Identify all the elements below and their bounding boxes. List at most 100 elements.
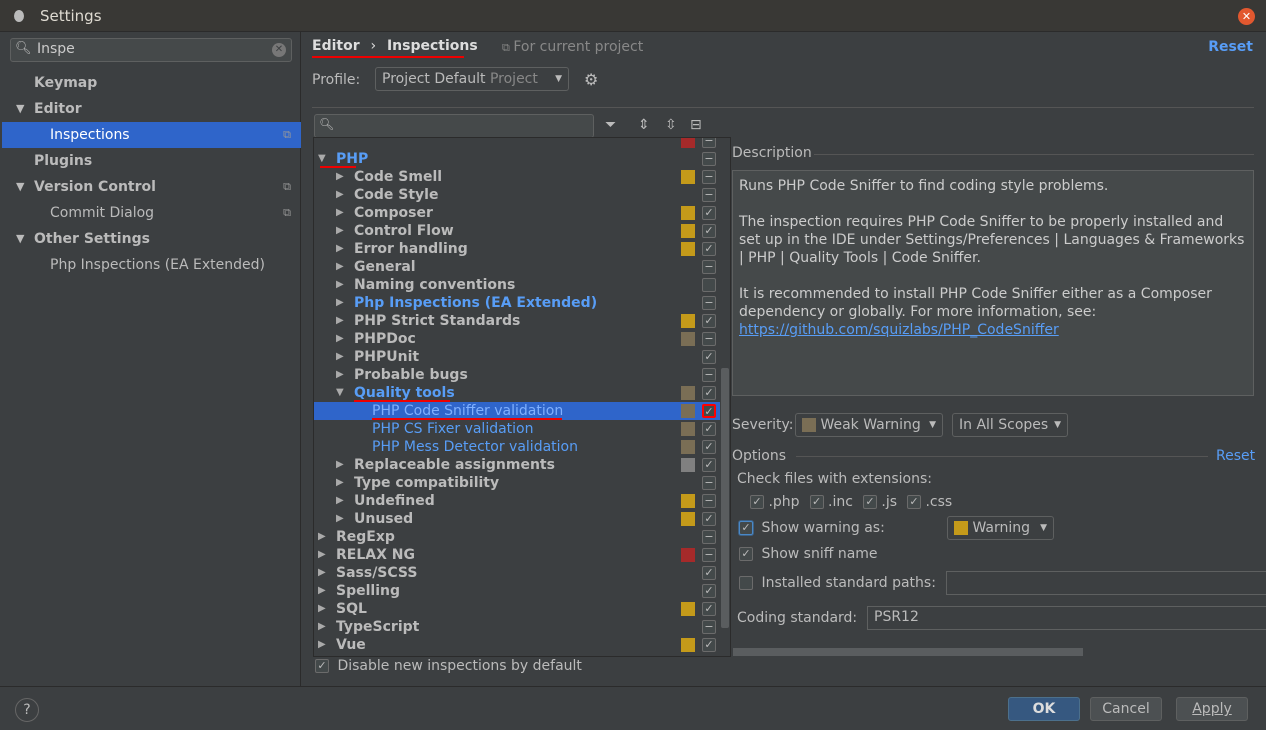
enable-checkbox[interactable]: − bbox=[702, 152, 716, 166]
tree-row[interactable]: ▶ Sass/SCSS ✓ bbox=[314, 564, 720, 582]
extension-checkbox[interactable]: ✓ bbox=[862, 495, 877, 509]
tree-row[interactable]: ▶ Error handling ✓ bbox=[314, 240, 720, 258]
enable-checkbox[interactable]: ✓ bbox=[702, 440, 716, 454]
disable-new-checkbox[interactable]: ✓ bbox=[315, 659, 329, 673]
extension-checkbox-row[interactable]: ✓ .inc bbox=[809, 494, 853, 510]
collapsed-arrow-icon[interactable]: ▶ bbox=[336, 474, 344, 492]
collapsed-arrow-icon[interactable]: ▶ bbox=[318, 546, 326, 564]
enable-checkbox[interactable]: ✓ bbox=[702, 602, 716, 616]
reset-link[interactable]: Reset bbox=[1208, 39, 1253, 55]
enable-checkbox[interactable] bbox=[702, 278, 716, 292]
expanded-arrow-icon[interactable]: ▼ bbox=[336, 384, 344, 402]
enable-checkbox[interactable]: − bbox=[702, 368, 716, 382]
enable-checkbox[interactable]: ✓ bbox=[702, 566, 716, 580]
enable-checkbox[interactable]: ✓ bbox=[702, 314, 716, 328]
enable-checkbox[interactable]: − bbox=[702, 170, 716, 184]
collapsed-arrow-icon[interactable]: ▶ bbox=[336, 186, 344, 204]
options-horizontal-scrollbar[interactable] bbox=[733, 648, 1083, 656]
extension-checkbox[interactable]: ✓ bbox=[750, 495, 764, 509]
tree-row[interactable]: PHP CS Fixer validation ✓ bbox=[314, 420, 720, 438]
tree-filter-input[interactable]: 🔍︎ bbox=[314, 114, 594, 138]
profile-dropdown[interactable]: Project Default Project ▼ bbox=[375, 67, 569, 91]
tree-row[interactable]: ▶ Undefined − bbox=[314, 492, 720, 510]
enable-checkbox[interactable]: ✓ bbox=[702, 422, 716, 436]
gear-icon[interactable]: ⚙ bbox=[584, 70, 598, 89]
tree-scrollbar[interactable] bbox=[721, 368, 729, 628]
enable-checkbox[interactable]: − bbox=[702, 530, 716, 544]
collapsed-arrow-icon[interactable]: ▶ bbox=[318, 582, 326, 600]
enable-checkbox[interactable]: ✓ bbox=[702, 242, 716, 256]
collapsed-arrow-icon[interactable]: ▶ bbox=[336, 456, 344, 474]
collapsed-arrow-icon[interactable]: ▶ bbox=[336, 330, 344, 348]
tree-row[interactable]: ▶ RegExp − bbox=[314, 528, 720, 546]
tree-row[interactable]: ▼ PHP − bbox=[314, 150, 720, 168]
tree-row[interactable]: ▶ Unused ✓ bbox=[314, 510, 720, 528]
code-sniffer-link[interactable]: https://github.com/squizlabs/PHP_CodeSni… bbox=[739, 322, 1059, 338]
installed-paths-input[interactable] bbox=[946, 571, 1266, 595]
scope-dropdown[interactable]: In All Scopes ▼ bbox=[952, 413, 1068, 437]
collapsed-arrow-icon[interactable]: ▶ bbox=[336, 366, 344, 384]
enable-checkbox[interactable]: ✓ bbox=[702, 638, 716, 652]
collapsed-arrow-icon[interactable]: ▶ bbox=[318, 618, 326, 636]
collapsed-arrow-icon[interactable]: ▶ bbox=[336, 510, 344, 528]
collapsed-arrow-icon[interactable]: ▶ bbox=[336, 294, 344, 312]
show-sniff-row[interactable]: ✓ Show sniff name bbox=[739, 546, 878, 562]
extension-checkbox-row[interactable]: ✓ .js bbox=[862, 494, 897, 510]
collapsed-arrow-icon[interactable]: ▶ bbox=[336, 348, 344, 366]
sidebar-item-version-control[interactable]: ▼ Version Control ⧉ bbox=[2, 174, 301, 200]
extension-checkbox[interactable]: ✓ bbox=[809, 495, 824, 509]
tree-row[interactable]: ▶ PHP Strict Standards ✓ bbox=[314, 312, 720, 330]
tree-row[interactable]: ▶ Vue ✓ bbox=[314, 636, 720, 654]
sidebar-item-editor[interactable]: ▼ Editor bbox=[2, 96, 301, 122]
enable-checkbox[interactable]: − bbox=[702, 620, 716, 634]
enable-checkbox[interactable]: ✓ bbox=[702, 512, 716, 526]
enable-checkbox[interactable]: − bbox=[702, 494, 716, 508]
tree-row[interactable]: ▶ SQL ✓ bbox=[314, 600, 720, 618]
show-warning-row[interactable]: ✓ Show warning as: bbox=[739, 520, 885, 536]
coding-standard-input[interactable]: PSR12 bbox=[867, 606, 1266, 630]
sidebar-item-inspections[interactable]: Inspections ⧉ bbox=[2, 122, 301, 148]
collapsed-arrow-icon[interactable]: ▶ bbox=[336, 168, 344, 186]
collapsed-arrow-icon[interactable]: ▶ bbox=[336, 258, 344, 276]
reset-to-default-icon[interactable]: ⊟ bbox=[690, 117, 702, 133]
collapsed-arrow-icon[interactable]: ▶ bbox=[336, 492, 344, 510]
collapse-all-icon[interactable]: ⇳ bbox=[665, 117, 677, 133]
tree-row[interactable]: − bbox=[314, 138, 720, 150]
tree-row[interactable]: ▶ Spelling ✓ bbox=[314, 582, 720, 600]
show-warning-checkbox[interactable]: ✓ bbox=[739, 521, 753, 535]
clear-search-icon[interactable]: ✕ bbox=[272, 43, 286, 57]
collapsed-arrow-icon[interactable]: ▶ bbox=[336, 312, 344, 330]
enable-checkbox[interactable]: − bbox=[702, 188, 716, 202]
collapsed-arrow-icon[interactable]: ▶ bbox=[318, 600, 326, 618]
sidebar-item-keymap[interactable]: Keymap bbox=[2, 70, 301, 96]
collapsed-arrow-icon[interactable]: ▶ bbox=[336, 204, 344, 222]
apply-button[interactable]: Apply bbox=[1176, 697, 1248, 721]
enable-checkbox[interactable]: ✓ bbox=[702, 584, 716, 598]
settings-search-input[interactable]: 🔍︎ Inspe ✕ bbox=[10, 38, 292, 62]
collapsed-arrow-icon[interactable]: ▶ bbox=[318, 564, 326, 582]
tree-row[interactable]: ▶ General − bbox=[314, 258, 720, 276]
expand-arrow-icon[interactable]: ▼ bbox=[16, 96, 24, 122]
enable-checkbox[interactable]: ✓ bbox=[702, 224, 716, 238]
collapsed-arrow-icon[interactable]: ▶ bbox=[336, 276, 344, 294]
enable-checkbox[interactable]: ✓ bbox=[702, 386, 716, 400]
extension-checkbox-row[interactable]: ✓ .css bbox=[907, 494, 952, 510]
enable-checkbox[interactable]: ✓ bbox=[702, 206, 716, 220]
expand-arrow-icon[interactable]: ▼ bbox=[16, 226, 24, 252]
tree-row[interactable]: ▶ Code Smell − bbox=[314, 168, 720, 186]
disable-new-checkbox-row[interactable]: ✓ Disable new inspections by default bbox=[315, 658, 582, 674]
extension-checkbox-row[interactable]: ✓ .php bbox=[750, 494, 800, 510]
warning-dropdown[interactable]: Warning ▼ bbox=[947, 516, 1054, 540]
enable-checkbox[interactable]: − bbox=[702, 332, 716, 346]
enable-checkbox[interactable]: ✓ bbox=[702, 458, 716, 472]
tree-row[interactable]: ▶ Composer ✓ bbox=[314, 204, 720, 222]
sidebar-item-plugins[interactable]: Plugins bbox=[2, 148, 301, 174]
enable-checkbox[interactable]: − bbox=[702, 296, 716, 310]
filter-icon[interactable]: ⏷ bbox=[605, 117, 616, 133]
enable-checkbox[interactable]: − bbox=[702, 476, 716, 490]
tree-row[interactable]: ▶ RELAX NG − bbox=[314, 546, 720, 564]
tree-row[interactable]: ▶ Php Inspections (EA Extended) − bbox=[314, 294, 720, 312]
breadcrumb-editor[interactable]: Editor bbox=[312, 38, 360, 54]
tree-row[interactable]: PHP Mess Detector validation ✓ bbox=[314, 438, 720, 456]
show-sniff-checkbox[interactable]: ✓ bbox=[739, 547, 753, 561]
